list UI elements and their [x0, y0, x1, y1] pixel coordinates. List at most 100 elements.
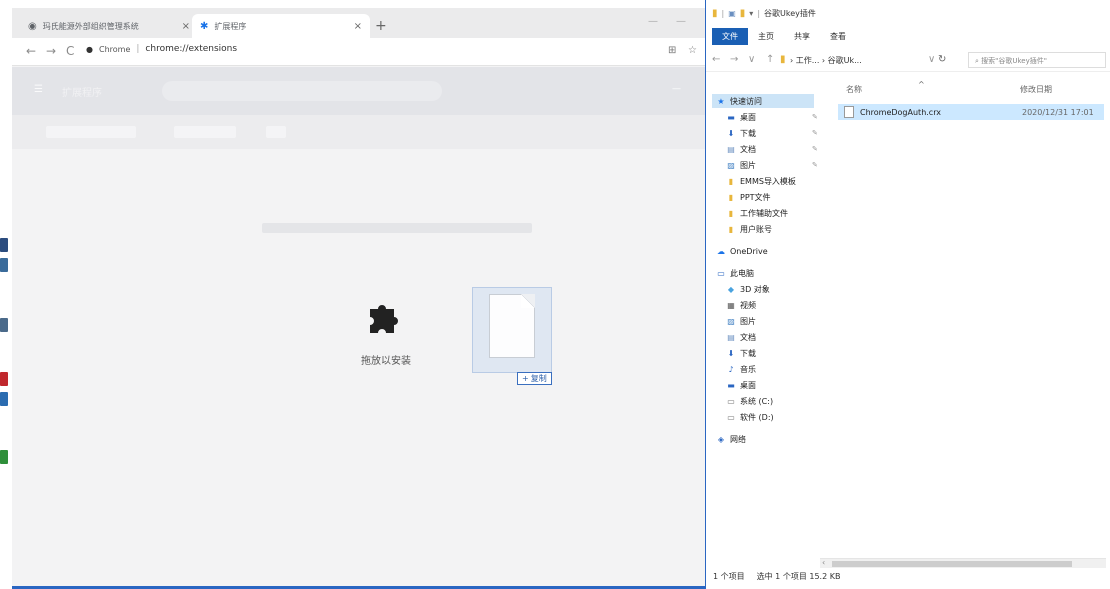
- network-icon: ◈: [717, 434, 725, 444]
- up-icon[interactable]: ↑: [766, 54, 774, 65]
- desktop-icon-fragment[interactable]: [0, 258, 8, 272]
- sidebar-item-desktop-pc[interactable]: ▬ 桌面: [726, 378, 756, 392]
- sidebar-item-videos[interactable]: ▦ 视频: [726, 298, 756, 312]
- cloud-icon: ☁: [717, 246, 725, 256]
- sidebar-item-label: 下载: [740, 348, 756, 358]
- sidebar-item-work-files[interactable]: ▮ 工作辅助文件: [726, 206, 788, 220]
- pin-icon[interactable]: ✎: [812, 113, 818, 121]
- back-icon[interactable]: ←: [712, 54, 720, 65]
- ribbon-tab-share[interactable]: 共享: [784, 28, 820, 45]
- forward-icon[interactable]: →: [46, 44, 56, 58]
- sidebar-item-this-pc[interactable]: ▭ 此电脑: [716, 266, 754, 280]
- search-placeholder: 搜索"谷歌Ukey插件": [981, 57, 1047, 65]
- sidebar-item-label: OneDrive: [730, 246, 768, 256]
- refresh-icon[interactable]: ↻: [938, 54, 946, 65]
- folder-icon: ▮: [728, 176, 734, 186]
- drop-to-install-label: 拖放以安装: [361, 356, 411, 367]
- menu-icon[interactable]: ☰: [34, 84, 43, 95]
- update-button[interactable]: [266, 126, 286, 138]
- tab-label: 扩展程序: [214, 21, 247, 31]
- sidebar-item-downloads[interactable]: ⬇ 下载: [726, 126, 756, 140]
- sidebar-item-desktop[interactable]: ▬ 桌面: [726, 110, 756, 124]
- sidebar-item-label: 下载: [740, 128, 756, 138]
- sidebar-item-3d-objects[interactable]: ◆ 3D 对象: [726, 282, 770, 296]
- pin-icon[interactable]: ✎: [812, 145, 818, 153]
- sidebar-item-music[interactable]: ♪ 音乐: [726, 362, 756, 376]
- ribbon-tab-home[interactable]: 主页: [748, 28, 784, 45]
- sidebar-item-drive-c[interactable]: ▭ 系统 (C:): [726, 394, 773, 408]
- item-count: 1 个项目: [713, 572, 745, 581]
- desktop-icon-fragment[interactable]: [0, 392, 8, 406]
- save-icon[interactable]: ▣: [728, 9, 736, 18]
- sidebar-item-pictures[interactable]: ▨ 图片: [726, 158, 756, 172]
- document-icon: ▤: [727, 144, 735, 154]
- close-icon[interactable]: ×: [182, 21, 190, 32]
- pin-icon[interactable]: ✎: [812, 129, 818, 137]
- chevron-down-icon[interactable]: ∨: [928, 54, 935, 65]
- load-unpacked-button[interactable]: [46, 126, 136, 138]
- extensions-search[interactable]: [162, 81, 442, 101]
- sidebar-item-documents[interactable]: ▤ 文档: [726, 142, 756, 156]
- ribbon-tabs: 文件 主页 共享 查看: [706, 26, 1110, 46]
- url-separator: |: [136, 44, 140, 54]
- sidebar-item-network[interactable]: ◈ 网络: [716, 432, 746, 446]
- desktop-edge: [0, 0, 12, 589]
- sidebar-item-downloads-pc[interactable]: ⬇ 下载: [726, 346, 756, 360]
- sidebar-item-ppt[interactable]: ▮ PPT文件: [726, 190, 771, 204]
- desktop-icon-fragment[interactable]: [0, 372, 8, 386]
- breadcrumb[interactable]: › 工作... › 谷歌Uk...: [790, 55, 862, 66]
- tab-oms[interactable]: ◉ 玛氏能源外部组织管理系统 ×: [20, 14, 198, 38]
- pin-icon[interactable]: ✎: [812, 161, 818, 169]
- folder-icon: ▮: [712, 7, 718, 19]
- sort-arrow-icon: ^: [918, 80, 925, 89]
- maximize-icon[interactable]: —: [676, 16, 686, 27]
- tab-strip: ◉ 玛氏能源外部组织管理系统 × ✱ 扩展程序 × + — —: [12, 8, 705, 38]
- ribbon-tab-file[interactable]: 文件: [712, 27, 748, 45]
- developer-mode-toggle[interactable]: —: [672, 84, 681, 94]
- column-header-date[interactable]: 修改日期: [1020, 84, 1052, 95]
- sidebar-item-quick-access[interactable]: ★ 快速访问: [712, 94, 814, 108]
- folder-icon: ▮: [728, 192, 734, 202]
- site-info-icon[interactable]: ●: [86, 45, 93, 54]
- sidebar-item-label: 图片: [740, 160, 756, 170]
- recent-dropdown-icon[interactable]: ∨: [748, 54, 755, 65]
- status-bar: 1 个项目 选中 1 个项目 15.2 KB: [713, 571, 840, 582]
- address-bar[interactable]: ● Chrome | chrome://extensions: [86, 44, 237, 54]
- pack-extension-button[interactable]: [174, 126, 236, 138]
- tab-extensions[interactable]: ✱ 扩展程序 ×: [192, 14, 370, 38]
- dragged-file-ghost[interactable]: [472, 287, 552, 373]
- desktop-icon-fragment[interactable]: [0, 318, 8, 332]
- folder-icon: ▮: [728, 208, 734, 218]
- sidebar-item-documents-pc[interactable]: ▤ 文档: [726, 330, 756, 344]
- horizontal-scrollbar[interactable]: ‹: [820, 558, 1106, 568]
- sidebar-item-drive-d[interactable]: ▭ 软件 (D:): [726, 410, 773, 424]
- scrollbar-thumb[interactable]: [832, 561, 1072, 567]
- sidebar-item-accounts[interactable]: ▮ 用户账号: [726, 222, 772, 236]
- dropdown-icon[interactable]: ▾: [749, 9, 753, 18]
- back-icon[interactable]: ←: [26, 44, 36, 58]
- scroll-left-icon[interactable]: ‹: [822, 558, 825, 567]
- minimize-icon[interactable]: —: [648, 16, 658, 27]
- file-row[interactable]: ChromeDogAuth.crx 2020/12/31 17:01: [838, 104, 1104, 120]
- sidebar-item-pictures-pc[interactable]: ▨ 图片: [726, 314, 756, 328]
- extensions-title: 扩展程序: [62, 88, 102, 99]
- translate-icon[interactable]: ⊞: [668, 45, 676, 56]
- desktop-icon-fragment[interactable]: [0, 238, 8, 252]
- column-header-name[interactable]: 名称: [846, 84, 862, 95]
- reload-icon[interactable]: C: [66, 44, 74, 58]
- close-icon[interactable]: ×: [354, 21, 362, 32]
- new-tab-button[interactable]: +: [375, 18, 387, 34]
- sidebar-item-emms[interactable]: ▮ EMMS导入模板: [726, 174, 796, 188]
- separator: |: [757, 8, 761, 18]
- file-name: ChromeDogAuth.crx: [860, 107, 942, 117]
- search-input[interactable]: ⌕ 搜索"谷歌Ukey插件": [968, 52, 1106, 68]
- computer-icon: ▭: [717, 268, 725, 278]
- desktop-icon-fragment[interactable]: [0, 450, 8, 464]
- quick-access-icon[interactable]: |: [722, 9, 725, 18]
- drive-icon: ▭: [727, 412, 735, 422]
- ribbon-tab-view[interactable]: 查看: [820, 28, 856, 45]
- forward-icon[interactable]: →: [730, 54, 738, 65]
- sidebar-item-onedrive[interactable]: ☁ OneDrive: [716, 244, 768, 258]
- bookmark-star-icon[interactable]: ☆: [688, 45, 697, 56]
- extensions-action-bar: [12, 115, 705, 149]
